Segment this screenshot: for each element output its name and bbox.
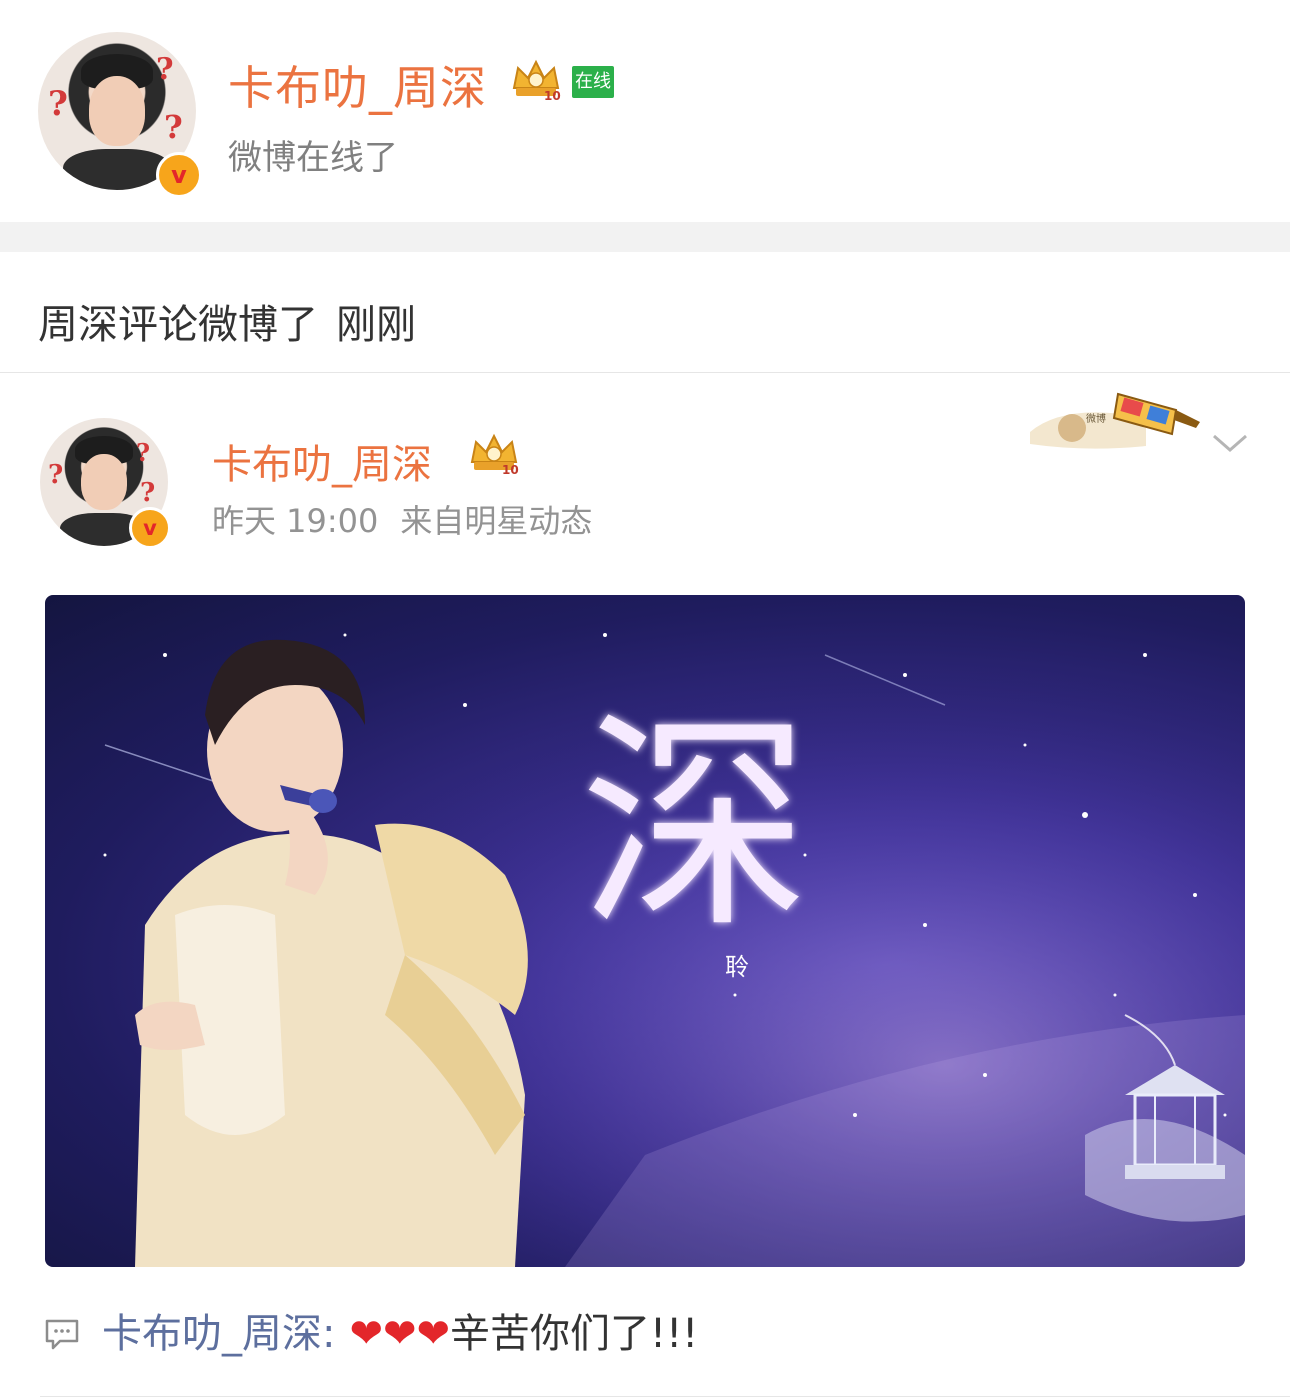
activity-time: 刚刚 — [336, 302, 416, 348]
avatar-shirt — [63, 148, 171, 190]
image-calligraphy: 深 — [580, 693, 810, 960]
question-mark-decoration: ? — [140, 478, 156, 508]
verified-v-icon: v — [156, 152, 202, 198]
comment-user-link[interactable]: 卡布叻_周深: — [102, 1310, 335, 1358]
activity-summary: 周深评论微博了 刚刚 — [38, 292, 416, 350]
post-author-name[interactable]: 卡布叻_周深 — [212, 432, 432, 490]
post-source[interactable]: 来自明星动态 — [400, 502, 592, 540]
divider — [40, 1396, 1290, 1397]
online-status-text: 微博在线了 — [228, 138, 398, 178]
verified-v-icon: v — [129, 507, 171, 549]
chevron-down-icon[interactable] — [1208, 428, 1252, 458]
post-image[interactable]: 深 聆 — [45, 595, 1245, 1267]
post-time: 昨天 19:00 — [212, 502, 379, 540]
activity-text: 周深评论微博了 — [38, 302, 318, 348]
profile-name[interactable]: 卡布叻_周深 — [228, 52, 487, 118]
profile-header: ? ? ? v 卡布叻_周深 10 在线 微博在线了 — [0, 0, 1290, 222]
svg-text:10: 10 — [502, 463, 519, 476]
post-image-art: 深 聆 — [45, 595, 1245, 1267]
online-badge: 在线 — [572, 66, 614, 98]
avatar-face — [80, 453, 128, 511]
svg-text:10: 10 — [544, 89, 561, 102]
section-gap — [0, 222, 1290, 252]
post-meta: 昨天 19:00 来自明星动态 — [212, 496, 592, 542]
comment-icon — [45, 1319, 79, 1350]
comment-text: 辛苦你们了!!! — [450, 1311, 699, 1357]
image-caption: 聆 — [725, 953, 749, 981]
question-mark-decoration: ? — [48, 84, 68, 124]
comment-row: 卡布叻_周深: ❤❤❤ 辛苦你们了!!! — [44, 1310, 698, 1358]
heart-emoji: ❤❤❤ — [349, 1311, 451, 1357]
svg-text:微博: 微博 — [1086, 412, 1106, 425]
3d-glasses-decoration: 微博 — [1030, 392, 1200, 449]
question-mark-decoration: ? — [156, 52, 174, 87]
question-mark-decoration: ? — [48, 460, 64, 490]
avatar-face — [88, 76, 146, 146]
question-mark-decoration: ? — [164, 108, 183, 146]
crown-level-icon: 10 — [470, 433, 519, 476]
divider — [0, 372, 1290, 373]
question-mark-decoration: ? — [136, 438, 151, 467]
crown-level-icon: 10 — [512, 59, 561, 102]
